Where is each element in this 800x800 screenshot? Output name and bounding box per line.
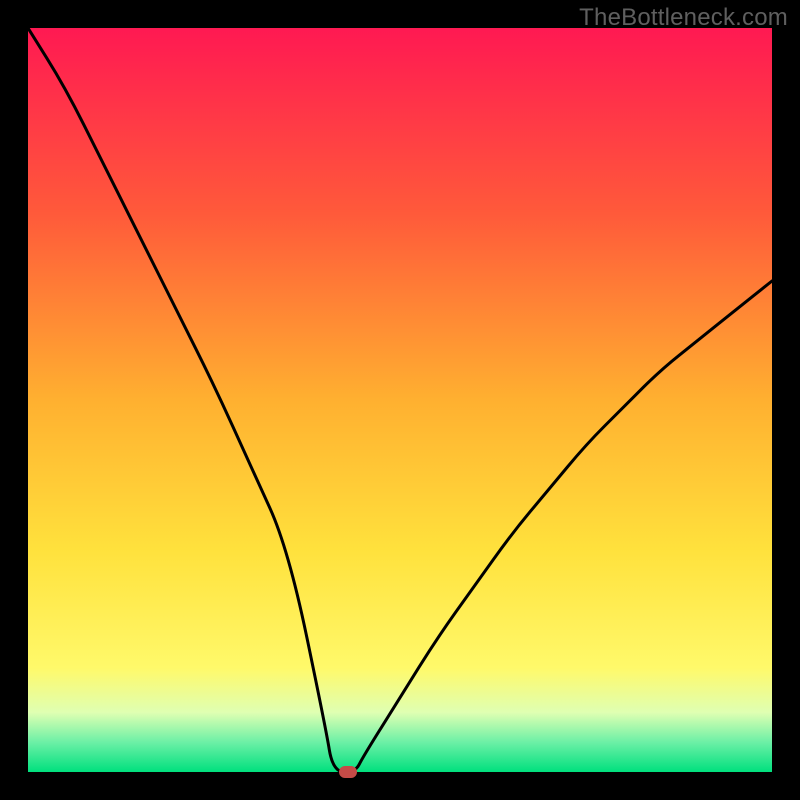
gradient-background [28,28,772,772]
watermark-text: TheBottleneck.com [579,4,788,32]
chart-frame: TheBottleneck.com [0,0,800,800]
plot-svg [28,28,772,772]
optimal-marker [339,766,357,778]
plot-area [28,28,772,772]
